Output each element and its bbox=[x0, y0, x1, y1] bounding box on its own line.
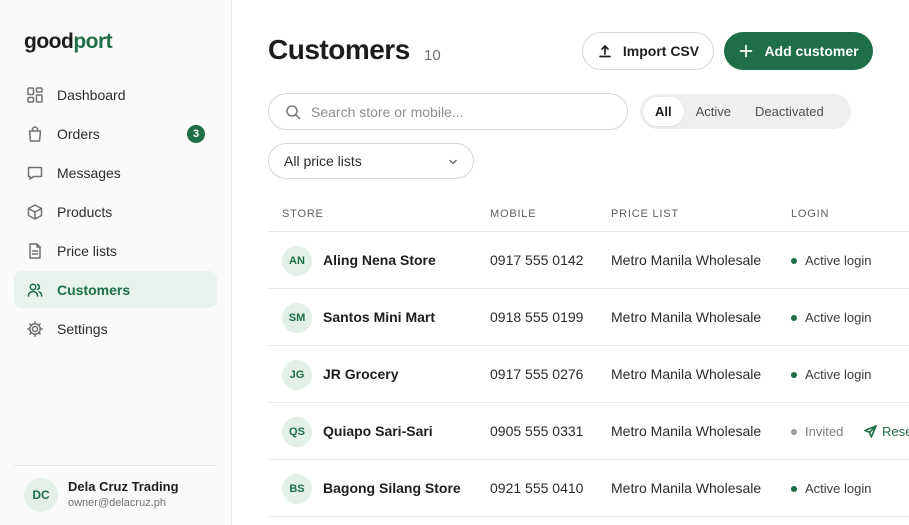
tab-deactivated[interactable]: Deactivated bbox=[743, 97, 836, 126]
login-status: Active login bbox=[791, 253, 871, 268]
sidebar-item-products[interactable]: Products bbox=[14, 193, 217, 230]
store-name[interactable]: Quiapo Sari-Sari bbox=[323, 423, 433, 439]
status-dot bbox=[791, 485, 797, 492]
login-status: Invited bbox=[791, 424, 843, 439]
add-customer-button[interactable]: Add customer bbox=[724, 32, 873, 70]
status-dot bbox=[791, 428, 797, 435]
sidebar-item-dashboard[interactable]: Dashboard bbox=[14, 76, 217, 113]
table-row[interactable]: BS Bagong Silang Store 0921 555 0410 Met… bbox=[268, 460, 909, 517]
sidebar-item-label: Customers bbox=[57, 281, 131, 298]
orders-count-badge: 3 bbox=[187, 125, 205, 143]
table-header: STORE MOBILE PRICE LIST LOGIN bbox=[268, 198, 909, 232]
price-list-name: Metro Manila Wholesale bbox=[611, 366, 762, 382]
tab-all[interactable]: All bbox=[643, 97, 684, 126]
customer-count: 10 bbox=[424, 47, 441, 64]
store-name[interactable]: Santos Mini Mart bbox=[323, 309, 435, 325]
sidebar-item-label: Dashboard bbox=[57, 86, 126, 103]
mobile-number: 0921 555 0410 bbox=[490, 480, 584, 496]
price-list-select[interactable]: All price lists bbox=[268, 143, 474, 179]
message-icon bbox=[26, 164, 44, 182]
chevron-down-icon bbox=[447, 155, 459, 167]
plus-icon bbox=[738, 43, 754, 59]
store-avatar: JG bbox=[282, 360, 312, 390]
avatar: DC bbox=[24, 478, 58, 512]
resend-invite-link[interactable]: Rese bbox=[864, 424, 909, 439]
sidebar-item-label: Settings bbox=[57, 320, 108, 337]
users-icon bbox=[26, 281, 44, 299]
store-avatar: SM bbox=[282, 303, 312, 333]
sidebar-item-label: Products bbox=[57, 203, 113, 220]
dashboard-icon bbox=[26, 86, 44, 104]
status-dot bbox=[791, 314, 797, 321]
column-header-store[interactable]: STORE bbox=[282, 208, 324, 220]
table-row[interactable]: JG JR Grocery 0917 555 0276 Metro Manila… bbox=[268, 346, 909, 403]
mobile-number: 0917 555 0142 bbox=[490, 252, 584, 268]
page-title: Customers bbox=[268, 34, 410, 65]
column-header-price-list[interactable]: PRICE LIST bbox=[611, 208, 679, 220]
account-email: owner@delacruz.ph bbox=[68, 497, 166, 509]
table-row[interactable]: SM Santos Mini Mart 0918 555 0199 Metro … bbox=[268, 289, 909, 346]
table-row[interactable]: QS Quiapo Sari-Sari 0905 555 0331 Metro … bbox=[268, 403, 909, 460]
search-box[interactable] bbox=[268, 93, 628, 130]
sidebar-item-label: Orders bbox=[57, 125, 100, 142]
status-filter-tabs: All Active Deactivated bbox=[640, 94, 851, 129]
price-list-name: Metro Manila Wholesale bbox=[611, 252, 762, 268]
column-header-mobile[interactable]: MOBILE bbox=[490, 208, 536, 220]
price-list-name: Metro Manila Wholesale bbox=[611, 423, 762, 439]
price-list-name: Metro Manila Wholesale bbox=[611, 309, 762, 325]
sidebar-item-label: Price lists bbox=[57, 242, 117, 259]
column-header-login[interactable]: LOGIN bbox=[791, 208, 829, 220]
tab-active[interactable]: Active bbox=[684, 97, 743, 126]
mobile-number: 0918 555 0199 bbox=[490, 309, 584, 325]
sidebar: goodport Dashboard Orders 3 Messages Pro… bbox=[0, 0, 232, 525]
search-input[interactable] bbox=[311, 103, 611, 120]
brand-logo[interactable]: goodport bbox=[24, 30, 113, 54]
send-icon bbox=[864, 425, 877, 438]
price-list-name: Metro Manila Wholesale bbox=[611, 480, 762, 496]
login-status: Active login bbox=[791, 481, 871, 496]
sidebar-nav: Dashboard Orders 3 Messages Products Pri… bbox=[14, 76, 217, 349]
mobile-number: 0905 555 0331 bbox=[490, 423, 584, 439]
sidebar-item-orders[interactable]: Orders 3 bbox=[14, 115, 217, 152]
mobile-number: 0917 555 0276 bbox=[490, 366, 584, 382]
status-dot bbox=[791, 371, 797, 378]
sidebar-item-customers[interactable]: Customers bbox=[14, 271, 217, 308]
import-csv-button[interactable]: Import CSV bbox=[582, 32, 714, 70]
login-status: Active login bbox=[791, 310, 871, 325]
status-dot bbox=[791, 257, 797, 264]
store-avatar: AN bbox=[282, 246, 312, 276]
account-name: Dela Cruz Trading bbox=[68, 479, 179, 494]
price-list-select-value: All price lists bbox=[284, 153, 362, 169]
store-name[interactable]: Bagong Silang Store bbox=[323, 480, 461, 496]
store-avatar: QS bbox=[282, 417, 312, 447]
box-icon bbox=[26, 203, 44, 221]
sidebar-item-messages[interactable]: Messages bbox=[14, 154, 217, 191]
document-icon bbox=[26, 242, 44, 260]
store-name[interactable]: JR Grocery bbox=[323, 366, 398, 382]
store-avatar: BS bbox=[282, 474, 312, 504]
gear-icon bbox=[26, 320, 44, 338]
sidebar-item-label: Messages bbox=[57, 164, 121, 181]
store-name[interactable]: Aling Nena Store bbox=[323, 252, 436, 268]
table-row[interactable]: AN Aling Nena Store 0917 555 0142 Metro … bbox=[268, 232, 909, 289]
bag-icon bbox=[26, 125, 44, 143]
sidebar-item-settings[interactable]: Settings bbox=[14, 310, 217, 347]
account-menu[interactable]: DC Dela Cruz Trading owner@delacruz.ph bbox=[14, 465, 217, 525]
upload-icon bbox=[597, 43, 613, 59]
search-icon bbox=[285, 104, 301, 120]
sidebar-item-price-lists[interactable]: Price lists bbox=[14, 232, 217, 269]
login-status: Active login bbox=[791, 367, 871, 382]
